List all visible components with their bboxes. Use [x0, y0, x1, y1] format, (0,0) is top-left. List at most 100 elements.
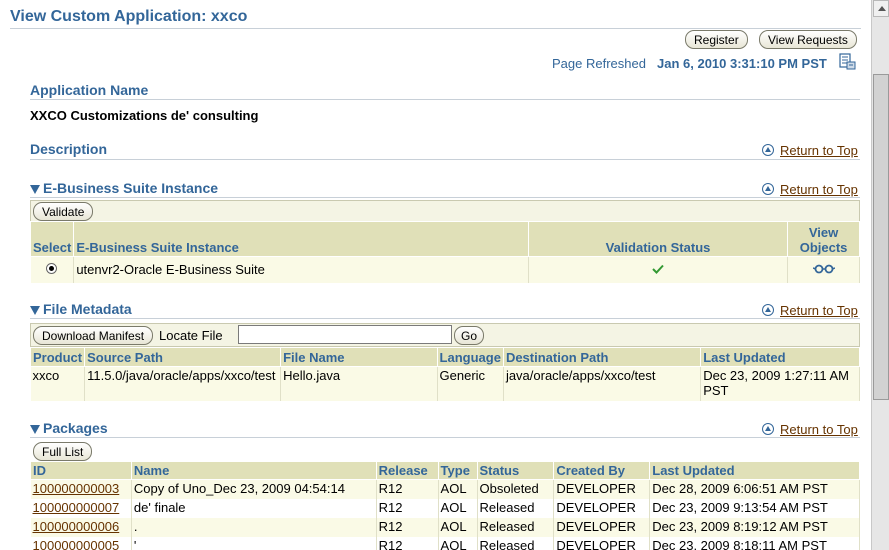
- scroll-up-arrow-icon[interactable]: [873, 0, 889, 17]
- return-to-top-link[interactable]: Return to Top: [780, 143, 858, 158]
- return-to-top-packages[interactable]: Return to Top: [762, 422, 858, 437]
- column-header-last-updated: Last Updated: [649, 461, 860, 480]
- page-content: View Custom Application: xxco Register V…: [0, 0, 871, 550]
- instance-heading[interactable]: E-Business Suite Instance: [30, 180, 218, 196]
- package-id-cell[interactable]: 100000000006: [30, 517, 132, 537]
- language-cell: Generic: [437, 366, 504, 401]
- instance-table: Select E-Business Suite Instance Validat…: [29, 221, 860, 283]
- package-id-link[interactable]: 100000000006: [33, 519, 120, 534]
- column-header-language: Language: [436, 347, 504, 367]
- column-header-created-by: Created By: [553, 461, 651, 480]
- package-id-cell[interactable]: 100000000007: [30, 498, 132, 518]
- column-header-destination-path: Destination Path: [502, 347, 702, 367]
- title-divider: [10, 28, 861, 29]
- register-button[interactable]: Register: [685, 30, 748, 49]
- select-radio[interactable]: [46, 263, 58, 275]
- column-header-name: Name: [130, 461, 377, 480]
- release-cell: R12: [376, 517, 439, 537]
- view-objects-cell[interactable]: [787, 256, 860, 283]
- go-button[interactable]: Go: [454, 326, 485, 345]
- return-to-top-link[interactable]: Return to Top: [780, 182, 858, 197]
- return-to-top-file-metadata[interactable]: Return to Top: [762, 303, 858, 318]
- full-list-button[interactable]: Full List: [33, 442, 93, 461]
- return-to-top-icon: [762, 423, 774, 435]
- instance-name: utenvr2-Oracle E-Business Suite: [73, 256, 529, 283]
- type-cell: AOL: [438, 536, 478, 550]
- package-id-link[interactable]: 100000000007: [33, 500, 120, 515]
- created-by-cell: DEVELOPER: [553, 479, 651, 499]
- column-header-file-name: File Name: [280, 347, 438, 367]
- return-to-top-instance[interactable]: Return to Top: [762, 182, 858, 197]
- table-row: 100000000007 de' finale R12 AOL Released…: [30, 498, 860, 518]
- release-cell: R12: [376, 536, 439, 550]
- instance-heading-label: E-Business Suite Instance: [43, 180, 219, 196]
- package-id-cell[interactable]: 100000000003: [30, 479, 132, 499]
- collapse-triangle-icon[interactable]: [30, 185, 40, 194]
- column-header-view-objects: View Objects: [787, 221, 860, 257]
- file-metadata-divider: [30, 318, 860, 319]
- package-id-link[interactable]: 100000000003: [33, 481, 120, 496]
- column-header-instance: E-Business Suite Instance: [73, 221, 529, 257]
- glasses-icon[interactable]: [812, 264, 835, 274]
- column-header-select: Select: [29, 221, 75, 257]
- file-metadata-heading[interactable]: File Metadata: [30, 301, 132, 317]
- package-name-cell: .: [131, 517, 377, 537]
- collapse-triangle-icon[interactable]: [30, 425, 40, 434]
- locate-file-input[interactable]: [238, 325, 452, 344]
- file-metadata-table: Product Source Path File Name Language D…: [29, 347, 860, 401]
- column-header-type: Type: [437, 461, 478, 480]
- return-to-top-icon: [762, 144, 774, 156]
- description-divider: [30, 159, 860, 160]
- vertical-scrollbar[interactable]: [871, 0, 889, 550]
- column-header-product: Product: [29, 347, 86, 367]
- release-cell: R12: [376, 498, 439, 518]
- package-name-cell: ': [131, 536, 377, 550]
- column-header-last-updated: Last Updated: [700, 347, 860, 367]
- page-refreshed-value: Jan 6, 2010 3:31:10 PM PST: [657, 56, 827, 71]
- created-by-cell: DEVELOPER: [553, 498, 651, 518]
- product-cell: xxco: [30, 366, 86, 401]
- destination-path-cell: java/oracle/apps/xxco/test: [503, 366, 702, 401]
- package-id-cell[interactable]: 100000000005: [30, 536, 132, 550]
- source-path-cell: 11.5.0/java/oracle/apps/xxco/test: [84, 366, 282, 401]
- return-to-top-description[interactable]: Return to Top: [762, 143, 858, 158]
- file-metadata-heading-label: File Metadata: [43, 301, 132, 317]
- scrollbar-thumb[interactable]: [873, 74, 889, 400]
- created-by-cell: DEVELOPER: [553, 517, 651, 537]
- status-cell: Obsoleted: [477, 479, 555, 499]
- view-requests-button[interactable]: View Requests: [759, 30, 857, 49]
- type-cell: AOL: [438, 517, 478, 537]
- column-header-release: Release: [375, 461, 439, 480]
- return-to-top-link[interactable]: Return to Top: [780, 422, 858, 437]
- last-updated-cell: Dec 23, 2009 9:13:54 AM PST: [649, 498, 860, 518]
- package-name-cell: Copy of Uno_Dec 23, 2009 04:54:14: [131, 479, 377, 499]
- packages-divider: [30, 437, 860, 438]
- table-row: 100000000006 . R12 AOL Released DEVELOPE…: [30, 517, 860, 537]
- return-to-top-link[interactable]: Return to Top: [780, 303, 858, 318]
- status-cell: Released: [477, 536, 555, 550]
- page-title: View Custom Application: xxco: [10, 8, 248, 25]
- packages-heading[interactable]: Packages: [30, 420, 108, 436]
- status-cell: Released: [477, 517, 555, 537]
- last-updated-cell: Dec 23, 2009 1:27:11 AM PST: [700, 366, 860, 401]
- collapse-triangle-icon[interactable]: [30, 306, 40, 315]
- last-updated-cell: Dec 23, 2009 8:19:12 AM PST: [649, 517, 860, 537]
- application-name-value: XXCO Customizations de' consulting: [30, 108, 259, 123]
- locate-file-label: Locate File: [159, 328, 223, 343]
- last-updated-cell: Dec 23, 2009 8:18:11 AM PST: [649, 536, 860, 550]
- package-id-link[interactable]: 100000000005: [33, 538, 120, 550]
- return-to-top-icon: [762, 183, 774, 195]
- select-radio-cell[interactable]: [30, 256, 75, 283]
- column-header-source-path: Source Path: [84, 347, 282, 367]
- instance-divider: [30, 197, 860, 198]
- return-to-top-icon: [762, 304, 774, 316]
- last-updated-cell: Dec 28, 2009 6:06:51 AM PST: [649, 479, 860, 499]
- printable-page-icon[interactable]: [838, 53, 856, 71]
- description-heading: Description: [30, 141, 108, 157]
- download-manifest-button[interactable]: Download Manifest: [33, 326, 154, 345]
- instance-toolbar: [30, 200, 860, 222]
- page-refreshed-label: Page Refreshed: [552, 56, 646, 71]
- packages-table: ID Name Release Type Status Created By L…: [30, 461, 860, 550]
- column-header-validation-status: Validation Status: [527, 221, 789, 257]
- validate-button[interactable]: Validate: [33, 202, 94, 221]
